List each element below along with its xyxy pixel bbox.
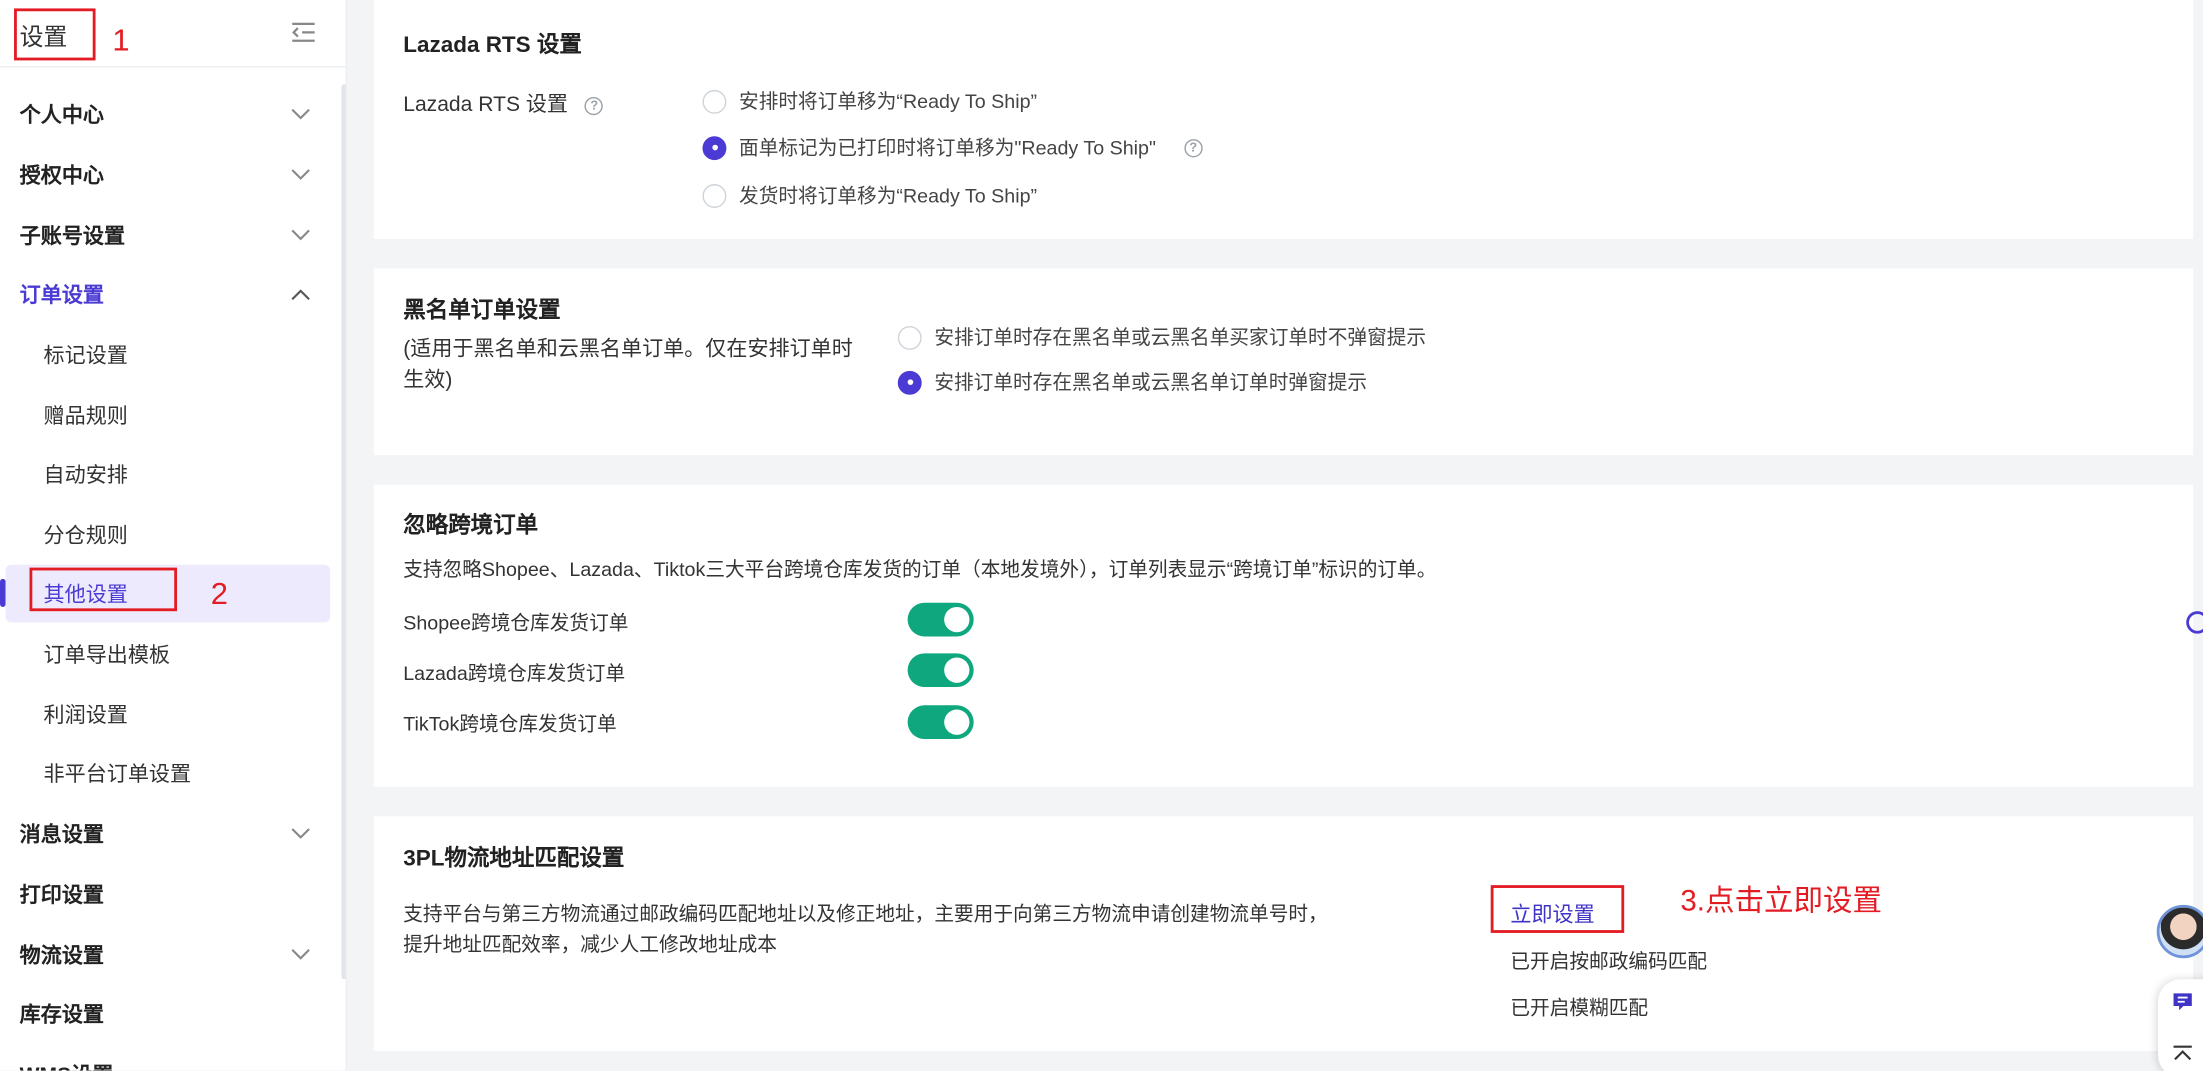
radio-rts-on-arrange[interactable]: 安排时将订单移为“Ready To Ship” [702, 87, 1038, 115]
radio-label: 发货时将订单移为“Ready To Ship” [739, 184, 1038, 207]
chevron-down-icon [291, 108, 310, 120]
customer-service-avatar[interactable] [2156, 904, 2203, 959]
sub-item-warehouse-rules[interactable]: 分仓规则 [0, 507, 337, 560]
sub-item-gift-rules[interactable]: 赠品规则 [0, 388, 337, 441]
help-icon[interactable]: ? [1184, 138, 1203, 157]
radio-label: 安排时将订单移为“Ready To Ship” [739, 89, 1038, 113]
menu-label: 授权中心 [19, 163, 104, 188]
chevron-down-icon [291, 949, 310, 960]
menu-label: 订单设置 [19, 283, 104, 307]
sub-item-mark-settings[interactable]: 标记设置 [0, 327, 337, 380]
menu-label: 子账号设置 [19, 224, 126, 248]
annotation-number-1: 1 [112, 22, 130, 58]
menu-wms-settings[interactable]: WMS设置 [0, 1047, 337, 1071]
chevron-up-icon [291, 289, 310, 301]
menu-label: WMS设置 [20, 1059, 114, 1071]
crossborder-title: 忽略跨境订单 [403, 514, 539, 539]
menu-label: 物流设置 [19, 943, 104, 968]
annotation-box-2 [29, 567, 178, 612]
sub-item-label: 利润设置 [43, 703, 128, 728]
radio-label: 安排订单时存在黑名单或云黑名单订单时弹窗提示 [934, 370, 1368, 394]
lazada-rts-label: Lazada RTS 设置 ? [403, 89, 604, 119]
sub-item-label: 自动安排 [43, 462, 128, 487]
sub-item-non-platform-order[interactable]: 非平台订单设置 [0, 746, 337, 799]
annotation-number-2: 2 [210, 576, 228, 612]
chat-icon[interactable] [2172, 991, 2193, 1012]
blacklist-card: 黑名单订单设置 (适用于黑名单和云黑名单订单。仅在安排订单时生效) 安排订单时存… [373, 268, 2194, 456]
radio-circle[interactable] [897, 325, 922, 350]
menu-label: 个人中心 [19, 103, 104, 128]
chevron-down-icon [291, 828, 310, 839]
menu-print-settings[interactable]: 打印设置 [0, 867, 337, 920]
tpl-address-card: 3PL物流地址匹配设置 支持平台与第三方物流通过邮政编码匹配地址以及修正地址，主… [373, 816, 2194, 1051]
settings-sidebar: 设置 个人中心 授权中心 子账号设置 订单设置 标记设置 赠品规则 自动安排 分… [0, 0, 348, 1071]
radio-blacklist-no-popup[interactable]: 安排订单时存在黑名单或云黑名单买家订单时不弹窗提示 [897, 323, 1427, 351]
sub-item-profit-settings[interactable]: 利润设置 [0, 687, 337, 740]
sub-item-auto-arrange[interactable]: 自动安排 [0, 447, 337, 500]
back-to-top-icon[interactable] [2172, 1044, 2193, 1064]
radio-circle[interactable] [702, 89, 727, 114]
lazada-rts-title: Lazada RTS 设置 [403, 33, 582, 58]
annotation-box-1 [14, 8, 96, 61]
menu-sub-account[interactable]: 子账号设置 [0, 208, 337, 261]
tpl-status-fuzzy: 已开启模糊匹配 [1510, 996, 1649, 1019]
sub-item-export-template[interactable]: 订单导出模板 [0, 627, 337, 680]
sub-item-label: 赠品规则 [43, 403, 128, 428]
chevron-down-icon [291, 169, 310, 180]
radio-label: 面单标记为已打印时将订单移为"Ready To Ship" [739, 136, 1156, 159]
menu-order-settings[interactable]: 订单设置 [0, 267, 337, 320]
annotation-box-3 [1490, 885, 1625, 933]
help-icon[interactable]: ? [585, 96, 604, 115]
collapse-sidebar-icon[interactable] [289, 20, 317, 45]
menu-message-settings[interactable]: 消息设置 [0, 806, 337, 859]
tpl-description: 支持平台与第三方物流通过邮政编码匹配地址以及修正地址，主要用于向第三方物流申请创… [403, 902, 1328, 956]
tpl-status-postal: 已开启按邮政编码匹配 [1510, 949, 1708, 973]
floating-toolbar [2158, 979, 2203, 1071]
toggle-label-shopee: Shopee跨境仓库发货订单 [403, 611, 629, 634]
menu-label: 消息设置 [19, 822, 104, 847]
radio-label: 安排订单时存在黑名单或云黑名单买家订单时不弹窗提示 [934, 325, 1427, 349]
lazada-rts-label-text: Lazada RTS 设置 [403, 92, 569, 117]
sub-item-label: 分仓规则 [43, 523, 128, 548]
annotation-text-3: 3.点击立即设置 [1680, 885, 1883, 918]
blacklist-description: (适用于黑名单和云黑名单订单。仅在安排订单时生效) [403, 337, 853, 392]
crossborder-card: 忽略跨境订单 支持忽略Shopee、Lazada、Tiktok三大平台跨境仓库发… [373, 484, 2194, 787]
sub-item-label: 非平台订单设置 [43, 762, 192, 787]
sub-item-label: 订单导出模板 [43, 642, 171, 667]
sidebar-scrollbar[interactable] [341, 84, 346, 980]
radio-circle[interactable] [702, 183, 727, 208]
chevron-down-icon [291, 229, 310, 241]
menu-auth-center[interactable]: 授权中心 [0, 148, 337, 201]
toggle-shopee-crossborder[interactable] [907, 602, 974, 637]
menu-logistics-settings[interactable]: 物流设置 [0, 927, 337, 980]
edge-ring-icon[interactable] [2186, 611, 2203, 634]
tpl-title: 3PL物流地址匹配设置 [403, 847, 625, 872]
radio-rts-on-ship[interactable]: 发货时将订单移为“Ready To Ship” [702, 181, 1038, 209]
menu-personal-center[interactable]: 个人中心 [0, 87, 337, 140]
menu-inventory-settings[interactable]: 库存设置 [0, 986, 337, 1039]
lazada-rts-card: Lazada RTS 设置 Lazada RTS 设置 ? 安排时将订单移为“R… [373, 0, 2194, 239]
menu-label: 库存设置 [19, 1002, 104, 1027]
sub-item-label: 标记设置 [43, 343, 128, 368]
radio-rts-on-print[interactable]: 面单标记为已打印时将订单移为"Ready To Ship" ? [702, 133, 1203, 161]
toggle-label-tiktok: TikTok跨境仓库发货订单 [403, 712, 617, 735]
toggle-lazada-crossborder[interactable] [907, 653, 974, 688]
toggle-tiktok-crossborder[interactable] [907, 705, 974, 740]
radio-circle-selected[interactable] [897, 370, 922, 395]
blacklist-title: 黑名单订单设置 [403, 299, 561, 324]
crossborder-description: 支持忽略Shopee、Lazada、Tiktok三大平台跨境仓库发货的订单（本地… [403, 557, 1437, 581]
menu-label: 打印设置 [19, 883, 104, 907]
radio-circle-selected[interactable] [702, 135, 727, 160]
toggle-label-lazada: Lazada跨境仓库发货订单 [403, 661, 626, 685]
radio-blacklist-popup[interactable]: 安排订单时存在黑名单或云黑名单订单时弹窗提示 [897, 368, 1368, 396]
